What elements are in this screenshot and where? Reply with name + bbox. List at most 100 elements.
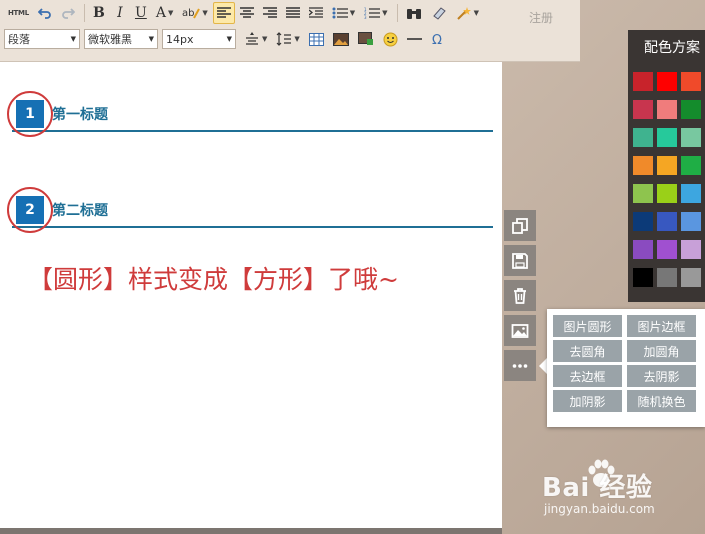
toolbar-separator [396, 4, 398, 22]
unordered-list-button[interactable]: ▼ [328, 2, 359, 24]
color-swatch[interactable] [681, 184, 701, 203]
color-swatch[interactable] [657, 268, 677, 287]
gallery-icon [357, 32, 373, 45]
format-painter-button[interactable]: ▼ [452, 2, 483, 24]
indent-button[interactable] [305, 2, 327, 24]
align-right-button[interactable] [259, 2, 281, 24]
heading-title: 第一标题 [52, 107, 108, 123]
red-circle-annotation [7, 187, 53, 233]
heading-block-2[interactable]: 2 第二标题 [7, 187, 493, 233]
color-swatch[interactable] [657, 156, 677, 175]
red-circle-annotation [7, 91, 53, 137]
eraser-icon [432, 7, 446, 20]
underline-button[interactable]: U [131, 2, 151, 24]
color-swatch[interactable] [681, 268, 701, 287]
color-swatch[interactable] [681, 72, 701, 91]
menu-item-add-radius[interactable]: 加圆角 [627, 340, 696, 362]
baidu-jingyan-watermark: Bai 经验 jingyan.baidu.com [540, 459, 700, 522]
trash-icon [514, 287, 526, 304]
picture-icon [511, 323, 529, 338]
insert-multi-image-button[interactable] [354, 28, 378, 50]
menu-item-remove-radius[interactable]: 去圆角 [553, 340, 622, 362]
color-swatch[interactable] [633, 240, 653, 259]
color-swatch[interactable] [633, 156, 653, 175]
color-swatch[interactable] [633, 268, 653, 287]
horizontal-line-icon [406, 38, 422, 40]
copy-button[interactable] [504, 210, 536, 241]
color-swatch[interactable] [633, 184, 653, 203]
watermark-logo-text: Bai 经验 [542, 473, 653, 503]
heading-title: 第二标题 [52, 203, 108, 219]
chevron-down-icon: ▼ [262, 35, 268, 43]
redo-button[interactable] [57, 2, 79, 24]
binoculars-icon [406, 9, 421, 19]
menu-grid: 图片圆形 图片边框 去圆角 加圆角 去边框 去阴影 加阴影 随机换色 [553, 315, 696, 412]
color-swatch[interactable] [633, 100, 653, 119]
align-right-icon [262, 7, 277, 18]
italic-button[interactable]: I [110, 2, 130, 24]
color-swatch[interactable] [657, 240, 677, 259]
special-character-button[interactable]: Ω [427, 28, 449, 50]
color-swatch[interactable] [681, 100, 701, 119]
omega-icon: Ω [432, 33, 442, 46]
line-height-icon [246, 32, 258, 45]
color-swatch[interactable] [633, 72, 653, 91]
find-replace-button[interactable] [402, 2, 426, 24]
save-button[interactable] [504, 245, 536, 276]
eraser-button[interactable] [427, 2, 451, 24]
color-swatch[interactable] [681, 128, 701, 147]
align-left-button[interactable] [212, 2, 235, 24]
chevron-down-icon: ▼ [382, 9, 388, 17]
font-color-button[interactable]: A ▼ [152, 2, 178, 24]
chevron-down-icon: ▼ [294, 35, 300, 43]
color-swatch[interactable] [681, 240, 701, 259]
font-size-select[interactable]: 14px ▼ [162, 29, 236, 49]
save-icon [512, 252, 528, 269]
insert-image-button[interactable] [329, 28, 353, 50]
color-swatch[interactable] [633, 212, 653, 231]
redo-icon [62, 8, 75, 19]
register-link[interactable]: 注册 [529, 9, 553, 26]
image-style-menu: 图片圆形 图片边框 去圆角 加圆角 去边框 去阴影 加阴影 随机换色 [547, 309, 705, 427]
table-icon [308, 32, 324, 46]
html-source-button[interactable]: HTML [4, 2, 33, 24]
color-swatch[interactable] [657, 72, 677, 91]
color-swatch[interactable] [657, 128, 677, 147]
color-swatch[interactable] [681, 156, 701, 175]
menu-item-image-border[interactable]: 图片边框 [627, 315, 696, 337]
popup-arrow [539, 358, 547, 374]
heading-block-1[interactable]: 1 第一标题 [7, 91, 493, 137]
chevron-down-icon: ▼ [168, 9, 174, 17]
ordered-list-button[interactable]: 123 ▼ [360, 2, 391, 24]
align-center-button[interactable] [236, 2, 258, 24]
align-justify-button[interactable] [282, 2, 304, 24]
image-settings-button[interactable] [504, 315, 536, 346]
color-swatch[interactable] [657, 212, 677, 231]
color-swatch[interactable] [633, 128, 653, 147]
color-swatch[interactable] [657, 100, 677, 119]
horizontal-rule-button[interactable] [403, 28, 426, 50]
chevron-down-icon: ▼ [473, 9, 479, 17]
editor-canvas[interactable]: 1 第一标题 2 第二标题 【圆形】样式变成【方形】了哦~ [0, 62, 502, 534]
emoji-button[interactable] [379, 28, 402, 50]
undo-button[interactable] [34, 2, 56, 24]
paragraph-select[interactable]: 段落 ▼ [4, 29, 80, 49]
menu-item-remove-border[interactable]: 去边框 [553, 365, 622, 387]
color-swatch[interactable] [681, 212, 701, 231]
font-family-select[interactable]: 微软雅黑 ▼ [84, 29, 158, 49]
chevron-down-icon: ▼ [70, 35, 76, 43]
toolbar-row-1: HTML B I U A ▼ ab ▼ ▼ 1 2 3 ▼ ▼ [4, 0, 484, 26]
highlight-button[interactable]: ab ▼ [178, 2, 211, 24]
highlight-icon: ab [182, 8, 201, 19]
delete-button[interactable] [504, 280, 536, 311]
color-swatch[interactable] [657, 184, 677, 203]
menu-item-add-shadow[interactable]: 加阴影 [553, 390, 622, 412]
more-options-button[interactable] [504, 350, 536, 381]
menu-item-image-circle[interactable]: 图片圆形 [553, 315, 622, 337]
paragraph-spacing-button[interactable]: ▼ [272, 28, 303, 50]
menu-item-remove-shadow[interactable]: 去阴影 [627, 365, 696, 387]
line-spacing-button[interactable]: ▼ [240, 28, 271, 50]
insert-table-button[interactable] [305, 28, 328, 50]
bold-button[interactable]: B [89, 2, 109, 24]
menu-item-random-color[interactable]: 随机换色 [627, 390, 696, 412]
